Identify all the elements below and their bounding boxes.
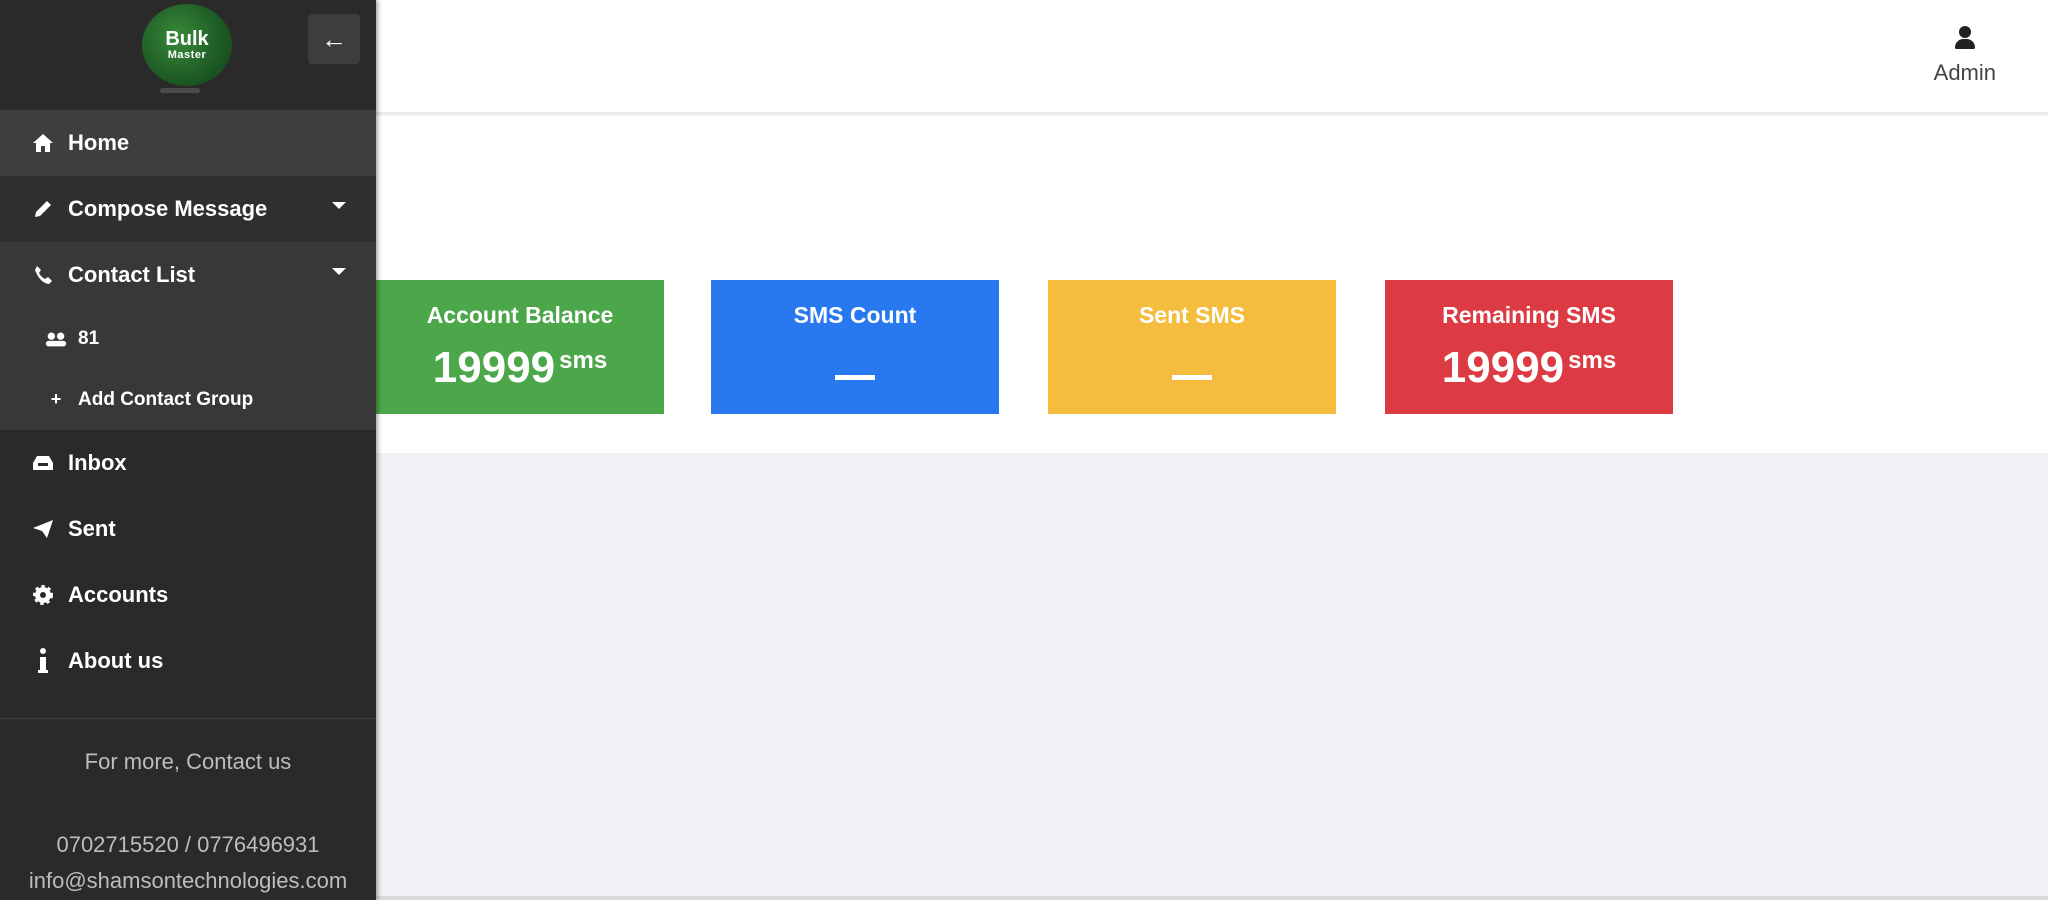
arrow-left-icon: ← bbox=[321, 23, 347, 54]
stat-card-sent-sms: Sent SMS bbox=[1048, 280, 1336, 414]
plus-icon: + bbox=[50, 389, 62, 409]
inbox-icon bbox=[28, 453, 58, 473]
gear-icon bbox=[28, 583, 58, 607]
stat-number: 19999 bbox=[1441, 343, 1565, 392]
logo-underline bbox=[160, 88, 200, 93]
stat-card-sms-count: SMS Count bbox=[711, 280, 999, 414]
sidebar-item-label: Accounts bbox=[68, 582, 169, 607]
contact-email[interactable]: info@shamsontechnologies.com bbox=[0, 868, 376, 894]
sidebar-item-compose-message[interactable]: Compose Message bbox=[0, 176, 376, 242]
sidebar-item-label: Sent bbox=[68, 516, 116, 541]
logo-text-line1: Bulk bbox=[165, 27, 209, 50]
stat-value: 19999 sms bbox=[1385, 339, 1673, 390]
sidebar-subitem-add-contact-group[interactable]: + Add Contact Group bbox=[0, 369, 376, 430]
paper-plane-icon bbox=[28, 518, 58, 540]
sidebar-header: Bulk Master ← bbox=[0, 0, 376, 110]
stat-unit: sms bbox=[1568, 347, 1617, 374]
stat-card-account-balance: Account Balance 19999 sms bbox=[376, 280, 664, 414]
phone-icon bbox=[28, 264, 58, 286]
sidebar-item-inbox[interactable]: Inbox bbox=[0, 430, 376, 496]
pencil-icon bbox=[28, 198, 58, 220]
sidebar-divider bbox=[0, 718, 376, 719]
home-icon bbox=[28, 132, 58, 154]
stat-title: Sent SMS bbox=[1138, 302, 1246, 328]
info-icon bbox=[28, 648, 58, 674]
sidebar-item-label: Contact List bbox=[68, 262, 196, 287]
sidebar-item-accounts[interactable]: Accounts bbox=[0, 562, 376, 628]
collapse-sidebar-button[interactable]: ← bbox=[308, 14, 360, 64]
sidebar-footer: For more, Contact us 0702715520 / 077649… bbox=[0, 749, 376, 894]
sidebar-item-sent[interactable]: Sent bbox=[0, 496, 376, 562]
sidebar-item-home[interactable]: Home bbox=[0, 110, 376, 176]
sidebar-item-contact-list[interactable]: Contact List bbox=[0, 242, 376, 308]
sidebar-subitem-contact-group[interactable]: 81 bbox=[0, 308, 376, 369]
users-icon bbox=[44, 330, 68, 348]
sidebar-item-label: Inbox bbox=[68, 450, 127, 475]
stat-title: SMS Count bbox=[793, 302, 917, 328]
empty-value-dash bbox=[835, 375, 875, 380]
user-label: Admin bbox=[1933, 60, 1996, 85]
contact-phones: 0702715520 / 0776496931 bbox=[56, 832, 320, 857]
user-menu[interactable]: Admin bbox=[1934, 26, 1996, 86]
stat-title: Account Balance bbox=[426, 302, 614, 328]
contact-list-group: Contact List 81 + Add Contact Group bbox=[0, 242, 376, 430]
logo-text-line2: Master bbox=[167, 48, 207, 61]
user-icon bbox=[1952, 26, 1978, 52]
sidebar-item-about-us[interactable]: About us bbox=[0, 628, 376, 694]
sidebar: Bulk Master ← Home Compose Message Conta… bbox=[0, 0, 376, 900]
dashboard-card: Account Balance 19999 sms SMS Count Sent … bbox=[376, 116, 2048, 453]
contact-us-text: For more, Contact us bbox=[84, 749, 292, 774]
stat-title: Remaining SMS bbox=[1442, 302, 1616, 328]
sidebar-item-label: Compose Message bbox=[68, 196, 268, 221]
stat-number: 19999 bbox=[432, 343, 556, 392]
sidebar-subitem-label: 81 bbox=[78, 327, 100, 349]
sidebar-item-label: Home bbox=[68, 130, 130, 155]
brand-logo[interactable]: Bulk Master bbox=[142, 4, 232, 86]
stat-card-remaining-sms: Remaining SMS 19999 sms bbox=[1385, 280, 1673, 414]
empty-value-dash bbox=[1172, 375, 1212, 380]
chevron-down-icon bbox=[332, 202, 346, 209]
stat-unit: sms bbox=[559, 347, 608, 374]
sidebar-subitem-label: Add Contact Group bbox=[78, 388, 254, 410]
top-bar: Admin bbox=[376, 0, 2048, 114]
page-bottom-border bbox=[376, 896, 2048, 900]
chevron-down-icon bbox=[332, 268, 346, 275]
stat-value: 19999 sms bbox=[376, 339, 664, 390]
sidebar-item-label: About us bbox=[68, 648, 164, 673]
